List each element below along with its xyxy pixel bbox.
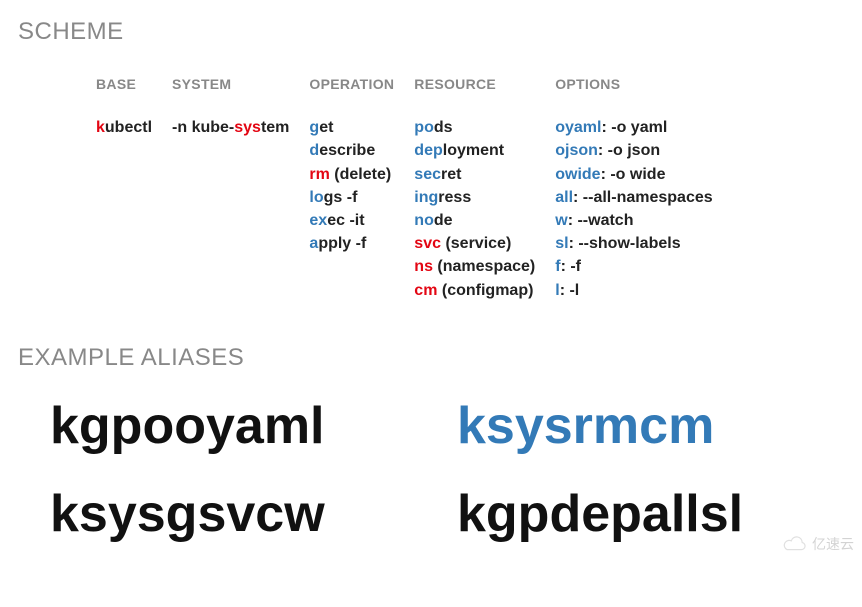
col-head-system: SYSTEM [172,74,289,94]
rest: de [434,212,453,229]
entry: ojson: -o json [555,139,712,162]
rest: : --watch [568,212,634,229]
entry-system: -n kube-system [172,116,289,139]
hl: ing [414,189,438,206]
rest: ress [438,189,471,206]
scheme-table: BASE kubectl SYSTEM -n kube-system OPERA… [96,74,844,302]
rest: ret [441,166,461,183]
entry: sl: --show-labels [555,232,712,255]
col-head-operation: OPERATION [309,74,394,94]
hl: svc [414,235,441,252]
col-resource: RESOURCE podsdeploymentsecretingressnode… [414,74,535,302]
rest: (service) [441,235,511,252]
entry: f: -f [555,255,712,278]
hl: k [96,119,105,136]
entry: secret [414,163,535,186]
col-head-base: BASE [96,74,152,94]
hl: no [414,212,434,229]
hl: po [414,119,434,136]
hl: all [555,189,573,206]
rest: : -f [561,258,581,275]
rest: escribe [319,142,375,159]
entry: ns (namespace) [414,255,535,278]
rest: pply -f [318,235,366,252]
watermark-text: 亿速云 [812,534,854,554]
entry-base-kubectl: kubectl [96,116,152,139]
entry: cm (configmap) [414,279,535,302]
hl: lo [309,189,323,206]
entry: get [309,116,394,139]
hl: cm [414,282,437,299]
hl: ns [414,258,433,275]
rest: : -l [560,282,580,299]
entry: node [414,209,535,232]
col-base: BASE kubectl [96,74,152,302]
hl: owide [555,166,600,183]
alias: kgpooyaml [50,396,437,456]
rest: : -o yaml [601,119,667,136]
alias: ksysrmcm [457,396,844,456]
scheme-heading: SCHEME [18,18,844,46]
col-system: SYSTEM -n kube-system [172,74,289,302]
examples-heading: EXAMPLE ALIASES [18,344,844,372]
hl: ojson [555,142,598,159]
watermark: 亿速云 [782,534,854,554]
entry: deployment [414,139,535,162]
prefix: -n kube- [172,119,234,136]
hl: oyaml [555,119,601,136]
rest: ds [434,119,453,136]
hl: d [309,142,319,159]
suffix: tem [261,119,289,136]
rest: (configmap) [437,282,533,299]
entry: oyaml: -o yaml [555,116,712,139]
entry: ingress [414,186,535,209]
rest: et [319,119,333,136]
hl: ex [309,212,327,229]
hl: dep [414,142,442,159]
entry: svc (service) [414,232,535,255]
entry: exec -it [309,209,394,232]
entry: rm (delete) [309,163,394,186]
rest: loyment [443,142,504,159]
col-head-options: OPTIONS [555,74,712,94]
col-options: OPTIONS oyaml: -o yamlojson: -o jsonowid… [555,74,712,302]
alias-grid: kgpooyamlksysrmcmksysgsvcwkgpdepallsl [50,396,844,544]
rest: ec -it [327,212,364,229]
rest: gs -f [324,189,358,206]
entry: describe [309,139,394,162]
rest: : -o wide [601,166,666,183]
entry: pods [414,116,535,139]
col-operation: OPERATION getdescriberm (delete)logs -fe… [309,74,394,302]
entry: l: -l [555,279,712,302]
hl: sec [414,166,441,183]
entry: w: --watch [555,209,712,232]
hl: sl [555,235,568,252]
entry: logs -f [309,186,394,209]
rest: ubectl [105,119,152,136]
alias: ksysgsvcw [50,484,437,544]
cloud-icon [782,536,808,552]
hl: w [555,212,567,229]
rest: (namespace) [433,258,535,275]
hl: sys [234,119,261,136]
entry: all: --all-namespaces [555,186,712,209]
hl: a [309,235,318,252]
col-head-resource: RESOURCE [414,74,535,94]
rest: : --all-namespaces [573,189,713,206]
hl: rm [309,166,329,183]
rest: (delete) [330,166,391,183]
entry: apply -f [309,232,394,255]
entry: owide: -o wide [555,163,712,186]
rest: : -o json [598,142,660,159]
hl: g [309,119,319,136]
rest: : --show-labels [569,235,681,252]
